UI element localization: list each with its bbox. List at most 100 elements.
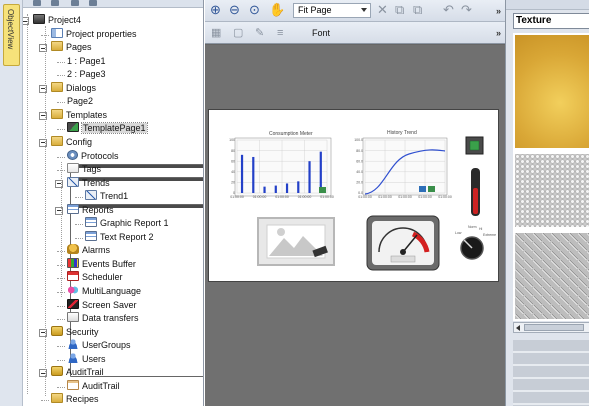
tree-item[interactable]: Graphic Report 1 bbox=[85, 217, 169, 230]
page-widgets: Consumption Meter 100806040200 01:00:00 0… bbox=[229, 130, 496, 271]
bar-chart-y-ticks: 100806040200 bbox=[229, 138, 235, 195]
texture-category-value: Texture bbox=[516, 15, 552, 26]
scrollbar-thumb[interactable] bbox=[524, 324, 584, 331]
tree-item-label: Project4 bbox=[48, 15, 82, 25]
tree-item-label: Config bbox=[66, 136, 93, 147]
tree-item[interactable]: Scheduler bbox=[67, 271, 123, 284]
texture-list[interactable] bbox=[513, 33, 589, 321]
texture-panel: Texture bbox=[505, 0, 589, 406]
bar bbox=[274, 185, 277, 193]
tree-item[interactable]: Trends bbox=[67, 176, 110, 190]
tree-item-label: Events Buffer bbox=[82, 258, 136, 269]
tree-item[interactable]: 1 : Page1 bbox=[67, 55, 203, 337]
scroll-left-icon[interactable] bbox=[516, 325, 520, 331]
tree-item[interactable]: 2 : Page3 bbox=[67, 68, 203, 351]
trend-widget-badge-a bbox=[419, 186, 426, 192]
tree-item[interactable]: AuditTrail bbox=[51, 366, 104, 379]
tree-item[interactable]: Text Report 2 bbox=[85, 230, 154, 244]
image-placeholder-widget[interactable] bbox=[257, 217, 335, 266]
gold-texture-swatch[interactable] bbox=[515, 35, 589, 148]
delete-icon[interactable]: ✕ bbox=[377, 3, 388, 17]
y-tick-label: 80 bbox=[231, 149, 235, 153]
format-painter-icon[interactable]: ✎ bbox=[255, 26, 264, 40]
font-button[interactable]: Font bbox=[312, 28, 330, 38]
y-tick-label: 20.0 bbox=[356, 181, 363, 185]
dotted-texture-swatch[interactable] bbox=[515, 154, 589, 227]
tree-item[interactable]: Alarms bbox=[67, 244, 110, 257]
zoom-select[interactable]: Fit Page bbox=[293, 3, 371, 18]
frame-icon[interactable]: ▢ bbox=[233, 26, 243, 40]
tree-toolbar bbox=[23, 0, 203, 8]
tree-item[interactable]: Page2 bbox=[67, 95, 203, 378]
y-tick-label: 80.0 bbox=[356, 149, 363, 153]
tree-item[interactable]: Data transfers bbox=[67, 312, 139, 325]
tree-item[interactable]: Config bbox=[51, 135, 93, 149]
status-indicator-widget[interactable] bbox=[465, 136, 484, 155]
tree-item[interactable]: Dialogs bbox=[51, 81, 96, 95]
tree-expander[interactable] bbox=[23, 17, 29, 25]
tree-connector bbox=[57, 319, 65, 321]
tree-item-label: MultiLanguage bbox=[82, 286, 142, 296]
remove-icon[interactable] bbox=[51, 0, 59, 6]
y-tick-label: 20 bbox=[231, 181, 235, 185]
tree-item[interactable]: Users bbox=[67, 352, 106, 366]
object-view-tab[interactable]: ObjectView bbox=[3, 4, 20, 66]
consumption-meter-widget[interactable]: Consumption Meter 100806040200 01:00:00 0… bbox=[229, 131, 334, 199]
zoom-fit-icon[interactable]: ⊙ bbox=[249, 3, 260, 17]
tree-item[interactable]: Reports bbox=[67, 203, 114, 217]
align-icon[interactable]: ≡ bbox=[277, 26, 283, 40]
report-icon bbox=[67, 203, 79, 214]
tree-item[interactable]: Protocols bbox=[67, 149, 119, 163]
pan-hand-icon[interactable]: ✋ bbox=[269, 3, 285, 17]
toolbar-overflow-button[interactable]: » bbox=[496, 6, 501, 16]
vertical-slider-widget[interactable] bbox=[471, 168, 480, 216]
redo-icon[interactable]: ↷ bbox=[461, 3, 472, 17]
tree-item[interactable]: Screen Saver bbox=[67, 298, 137, 312]
tree-item[interactable]: MultiLanguage bbox=[67, 285, 141, 298]
trend-icon bbox=[85, 190, 97, 201]
copy-icon[interactable]: ⧉ bbox=[395, 3, 404, 17]
x-tick-label: 01:00:00 bbox=[230, 195, 244, 199]
add-icon[interactable] bbox=[33, 0, 41, 6]
x-tick-label: 01:00:00 bbox=[275, 195, 289, 199]
template-page[interactable]: Consumption Meter 100 80 60 40 20 0 01:00:00 0… bbox=[208, 109, 499, 282]
diamond-plate-texture-swatch[interactable] bbox=[515, 233, 589, 319]
zoom-out-icon[interactable]: ⊖ bbox=[229, 3, 240, 17]
tree-item-label: 1 : Page1 bbox=[67, 55, 106, 66]
tree-item[interactable]: Recipes bbox=[51, 393, 99, 406]
texture-category-select[interactable]: Texture bbox=[513, 13, 589, 29]
tree-item-label: Reports bbox=[82, 204, 114, 215]
tree-connector bbox=[41, 400, 49, 402]
tree-item-label: TemplatePage1 bbox=[81, 122, 148, 135]
tree-item[interactable]: Project4 bbox=[33, 14, 81, 27]
tree-item[interactable]: Security bbox=[51, 325, 99, 339]
tree-item[interactable]: UserGroups bbox=[67, 339, 131, 352]
gauge-widget[interactable] bbox=[366, 215, 440, 271]
paste-icon[interactable]: ⧉ bbox=[413, 3, 422, 17]
texture-horizontal-scrollbar[interactable] bbox=[513, 322, 589, 333]
template-page-icon bbox=[67, 122, 79, 133]
tree-item-label: Text Report 2 bbox=[100, 231, 154, 242]
history-trend-widget[interactable]: History Trend 100.080.060.040.020.00.0 0… bbox=[354, 130, 452, 199]
copy-icon[interactable] bbox=[71, 0, 79, 6]
tree-item-label: Tags bbox=[82, 164, 102, 175]
rotary-knob-widget[interactable]: Low Norm Hi Extreme bbox=[455, 225, 496, 260]
bar-chart-widget-badge bbox=[319, 187, 326, 193]
zoom-in-icon[interactable]: ⊕ bbox=[210, 3, 221, 17]
properties-icon bbox=[51, 27, 63, 38]
properties-toolbar-icon[interactable] bbox=[89, 0, 97, 6]
tree-item[interactable]: Project properties bbox=[51, 27, 137, 41]
tree-item-label: Project properties bbox=[66, 28, 137, 39]
tree-item[interactable]: Templates bbox=[51, 108, 107, 122]
tree-item[interactable]: AuditTrail bbox=[67, 379, 120, 393]
tree-connector bbox=[57, 346, 65, 348]
tree-item[interactable]: Pages bbox=[51, 41, 92, 54]
tree-item[interactable]: Events Buffer bbox=[67, 257, 136, 271]
tree-item[interactable]: Tags bbox=[67, 163, 101, 176]
undo-icon[interactable]: ↶ bbox=[443, 3, 454, 17]
trend-chart-y-ticks: 100.080.060.040.020.00.0 bbox=[354, 138, 363, 195]
toolbar-overflow-button-2[interactable]: » bbox=[496, 28, 501, 38]
tree-item[interactable]: Trend1 bbox=[85, 190, 128, 203]
grid-icon[interactable]: ▦ bbox=[211, 26, 221, 40]
tree-item[interactable]: TemplatePage1 bbox=[67, 122, 148, 135]
